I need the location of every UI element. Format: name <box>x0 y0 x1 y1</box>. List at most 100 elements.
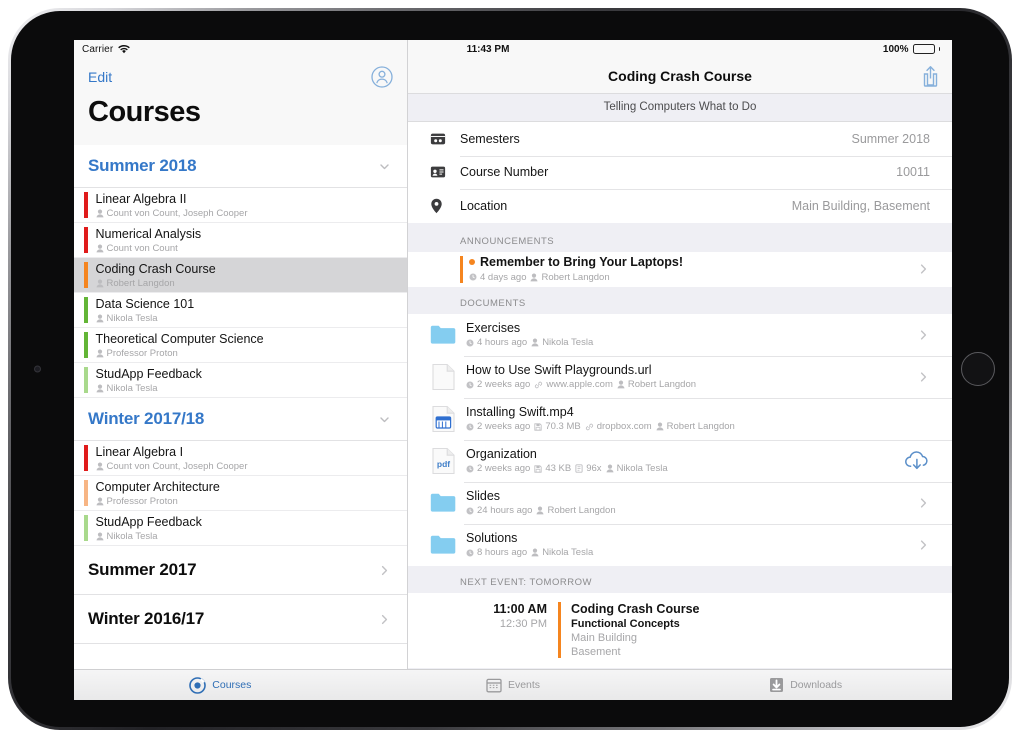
course-lecturers-label: Nikola Tesla <box>106 530 158 542</box>
cloud-download-icon[interactable] <box>904 450 930 472</box>
course-list[interactable]: Summer 2018 Linear Algebra II Count von Co… <box>74 145 407 700</box>
tab-courses[interactable]: Courses <box>74 676 367 694</box>
person-small-icon <box>530 273 538 282</box>
semester-header-0[interactable]: Summer 2018 <box>74 145 407 188</box>
row-separator <box>464 355 952 357</box>
document-meta: 24 hours ago Robert Langdon <box>466 505 616 516</box>
course-lecturers-label: Professor Proton <box>106 347 178 359</box>
document-meta: 2 weeks ago 43 KB 96x Nikola Tesla <box>466 463 668 474</box>
course-item-text: Linear Algebra I Count von Count, Joseph … <box>88 441 248 475</box>
course-name: Numerical Analysis <box>95 226 202 241</box>
course-item-text: Numerical Analysis Count von Count <box>88 223 202 257</box>
info-label: Location <box>460 198 508 213</box>
chevron-right-icon <box>917 496 930 509</box>
course-list-item[interactable]: Computer Architecture Professor Proton <box>74 476 407 511</box>
course-list-item[interactable]: StudApp Feedback Nikola Tesla <box>74 511 407 546</box>
course-item-text: Theoretical Computer Science Professor Pr… <box>88 328 264 362</box>
event-start-time: 11:00 AM <box>493 601 547 616</box>
battery-full-icon <box>912 44 935 54</box>
announcement-row[interactable]: Remember to Bring Your Laptops! 4 days ag… <box>408 252 952 287</box>
chevron-right-icon <box>917 538 930 551</box>
course-list-item[interactable]: Linear Algebra II Count von Count, Joseph… <box>74 188 407 223</box>
tab-events[interactable]: Events <box>367 677 660 693</box>
clock-icon <box>466 549 474 557</box>
document-author-label: Nikola Tesla <box>616 463 668 475</box>
chevron-right-icon <box>917 328 930 341</box>
document-author: Nikola Tesla <box>531 547 593 558</box>
blank-document-icon <box>430 362 456 392</box>
profile-circle-icon[interactable] <box>371 66 393 88</box>
tab-downloads[interactable]: Downloads <box>659 677 952 693</box>
course-list-item[interactable]: Linear Algebra I Count von Count, Joseph … <box>74 441 407 476</box>
row-separator <box>464 523 952 525</box>
pdf-document-icon: pdf <box>430 446 456 476</box>
announcement-title: Remember to Bring Your Laptops! <box>469 255 922 269</box>
semester-header-1[interactable]: Winter 2017/18 <box>74 398 407 441</box>
course-name: Coding Crash Course <box>95 261 216 276</box>
share-icon[interactable] <box>921 65 940 87</box>
course-list-item[interactable]: Data Science 101 Nikola Tesla <box>74 293 407 328</box>
document-row[interactable]: Exercises 4 hours ago Nikola Tesla <box>408 314 952 356</box>
document-host-label: dropbox.com <box>596 421 652 433</box>
download-icon <box>769 677 784 693</box>
document-author-label: Nikola Tesla <box>542 547 594 559</box>
course-lecturers-label: Professor Proton <box>106 495 178 507</box>
row-separator <box>460 155 952 157</box>
document-row[interactable]: How to Use Swift Playgrounds.url 2 weeks … <box>408 355 952 398</box>
link-icon <box>534 381 543 389</box>
clock-icon <box>466 339 474 347</box>
clock-icon <box>466 423 474 431</box>
document-author: Nikola Tesla <box>531 337 593 348</box>
home-button[interactable] <box>961 352 995 386</box>
course-lecturers-label: Count von Count, Joseph Cooper <box>106 460 248 472</box>
person-small-icon <box>536 506 544 515</box>
edit-button[interactable]: Edit <box>88 69 112 85</box>
document-size: 70.3 MB <box>534 421 581 433</box>
tab-bar: Courses Events Downloads <box>74 669 952 700</box>
carrier-label: Carrier <box>82 43 114 55</box>
clock-icon <box>466 507 474 515</box>
document-name: Organization <box>466 446 537 461</box>
document-row[interactable]: Installing Swift.mp4 2 weeks ago 70.3 MB dr… <box>408 397 952 440</box>
info-value: 10011 <box>896 165 930 180</box>
semester-header-2[interactable]: Summer 2017 <box>74 546 407 595</box>
course-lecturers-label: Nikola Tesla <box>106 312 158 324</box>
course-detail-pane: 11:43 PM 100% Coding Crash Course Tellin… <box>408 40 952 700</box>
detail-navigation-bar: Coding Crash Course <box>408 58 952 94</box>
courses-icon <box>189 676 207 694</box>
clock-icon <box>469 273 477 281</box>
document-author-label: Robert Langdon <box>627 379 697 391</box>
course-list-item[interactable]: Coding Crash Course Robert Langdon <box>74 258 407 293</box>
course-name: Computer Architecture <box>95 479 220 494</box>
document-text: Slides 24 hours ago Robert Langdon <box>466 489 616 517</box>
folder-icon <box>430 530 456 560</box>
course-list-item[interactable]: Theoretical Computer Science Professor Pr… <box>74 328 407 363</box>
course-list-item[interactable]: StudApp Feedback Nikola Tesla <box>74 363 407 398</box>
document-name: Exercises <box>466 320 521 335</box>
clock-icon <box>466 465 474 473</box>
course-lecturers-label: Robert Langdon <box>106 277 175 289</box>
semester-header-3[interactable]: Winter 2016/17 <box>74 595 407 644</box>
document-row[interactable]: pdf Organization 2 weeks ago 43 KB 96x Nikola… <box>408 439 952 482</box>
document-row[interactable]: Solutions 8 hours ago Nikola Tesla <box>408 523 952 566</box>
course-list-item[interactable]: Numerical Analysis Count von Count <box>74 223 407 258</box>
course-lecturers-label: Count von Count <box>106 242 178 254</box>
event-building: Main Building <box>571 631 638 644</box>
course-lecturers: Count von Count, Joseph Cooper <box>96 461 248 472</box>
detail-scroll-area[interactable]: Semesters Summer 2018 Course Number 10011 Lo… <box>408 122 952 700</box>
document-row[interactable]: Slides 24 hours ago Robert Langdon <box>408 481 952 524</box>
folder-icon <box>430 488 456 518</box>
document-downloads: 96x <box>575 463 602 474</box>
document-size-label: 70.3 MB <box>545 421 581 433</box>
next-event-row[interactable]: 11:00 AM 12:30 PM Coding Crash Course Funct… <box>408 592 952 668</box>
status-clock: 11:43 PM <box>466 43 510 55</box>
calendar-icon <box>486 677 502 693</box>
info-label: Course Number <box>460 165 549 180</box>
semester-title: Winter 2017/18 <box>88 409 205 428</box>
video-document-icon <box>430 404 456 434</box>
event-topic: Functional Concepts <box>571 617 680 630</box>
event-room: Basement <box>571 645 621 658</box>
announcement-time-label: 4 days ago <box>480 271 527 283</box>
row-separator <box>464 481 952 483</box>
document-time: 2 weeks ago <box>466 379 530 390</box>
